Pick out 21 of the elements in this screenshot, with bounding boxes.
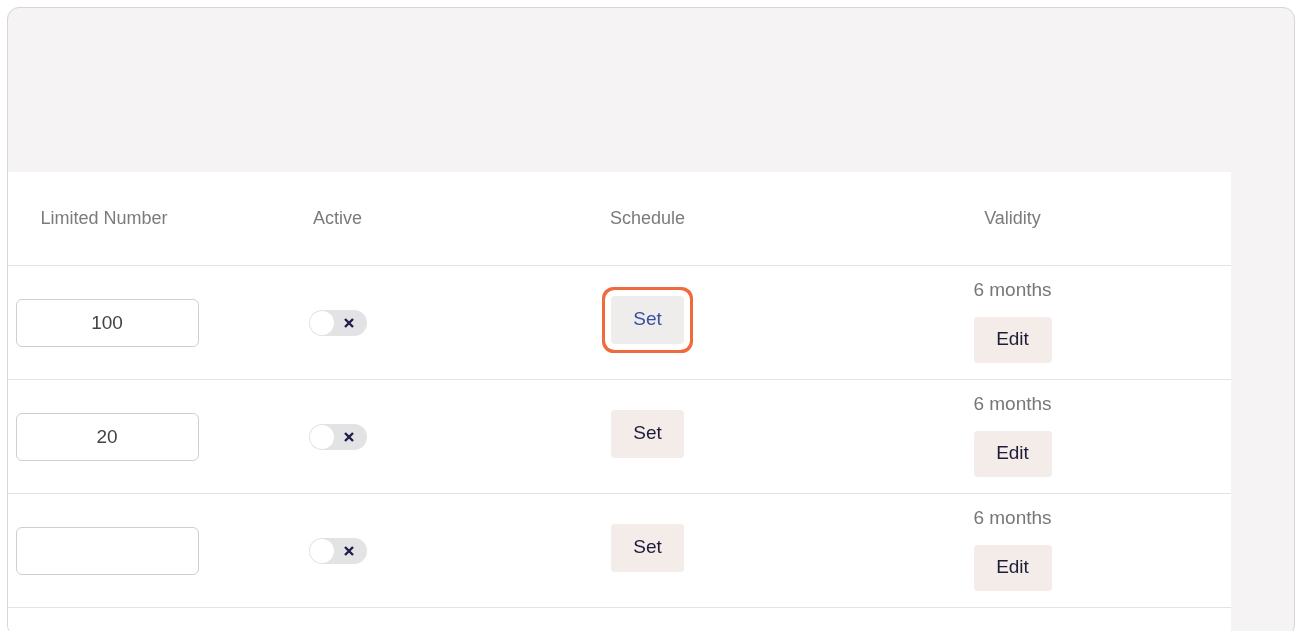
column-header: Schedule — [608, 207, 687, 230]
toggle-switch[interactable] — [308, 309, 367, 336]
toggle-switch[interactable] — [308, 423, 367, 450]
set-button[interactable]: Set — [611, 523, 684, 572]
close-icon — [342, 544, 355, 557]
close-icon — [342, 316, 355, 329]
toggle-switch[interactable] — [308, 537, 367, 564]
column-header: Active — [312, 207, 363, 230]
set-button[interactable]: Set — [611, 409, 684, 458]
validity-text: 6 months — [973, 506, 1052, 530]
column-header: Validity — [983, 207, 1042, 230]
number-field[interactable] — [15, 526, 199, 575]
edit-button[interactable]: Edit — [973, 430, 1052, 477]
edit-button[interactable]: Edit — [973, 544, 1052, 591]
column-header: Limited Number — [39, 207, 169, 230]
validity-text: 6 months — [973, 392, 1052, 416]
close-icon — [342, 430, 355, 443]
number-field[interactable]: 100 — [15, 298, 199, 347]
edit-button[interactable]: Edit — [973, 316, 1052, 363]
validity-text: 6 months — [973, 278, 1052, 302]
number-field[interactable]: 20 — [15, 412, 199, 461]
